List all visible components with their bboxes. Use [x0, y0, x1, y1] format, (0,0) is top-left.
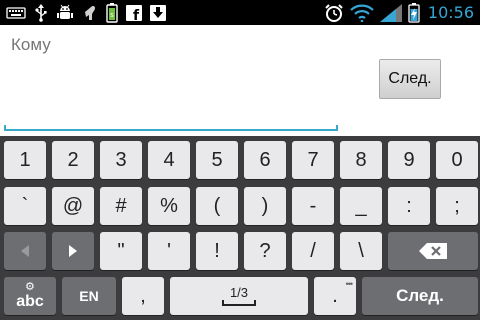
space-key[interactable]: 1/3 — [170, 277, 308, 315]
language-key[interactable]: EN — [62, 277, 116, 315]
key-hash[interactable]: # — [100, 187, 142, 225]
to-field-label: Кому — [11, 35, 51, 54]
key-exclamation[interactable]: ! — [196, 232, 238, 270]
status-left-icons: s f — [6, 2, 166, 23]
more-symbols-dots-icon: ••• — [345, 279, 354, 289]
battery-charging-icon — [408, 2, 420, 23]
gear-icon: ⚙ — [25, 281, 35, 293]
period-label: . — [332, 284, 338, 307]
backspace-key[interactable] — [388, 232, 478, 270]
key-percent[interactable]: % — [148, 187, 190, 225]
cursor-right-key[interactable] — [52, 232, 94, 270]
key-at[interactable]: @ — [52, 187, 94, 225]
alarm-icon — [325, 3, 343, 22]
page-indicator-text: 1/3 — [229, 285, 249, 300]
wifi-icon — [350, 4, 374, 22]
on-screen-keyboard: 1 2 3 4 5 6 7 8 9 0 ` @ # % ( ) - _ : ; … — [0, 136, 480, 320]
usb-icon — [35, 3, 47, 22]
keyboard-icon — [6, 6, 26, 19]
android-icon — [85, 5, 95, 20]
key-3[interactable]: 3 — [100, 141, 142, 179]
key-semicolon[interactable]: ; — [436, 187, 478, 225]
signal-icon — [379, 3, 402, 22]
key-backtick[interactable]: ` — [4, 187, 46, 225]
download-icon — [150, 4, 166, 21]
status-time: 10:56 — [427, 3, 474, 22]
status-bar: s f 10:56 — [0, 0, 480, 25]
key-period[interactable]: . ••• — [314, 277, 356, 315]
key-underscore[interactable]: _ — [340, 187, 382, 225]
key-open-paren[interactable]: ( — [196, 187, 238, 225]
cursor-left-key[interactable] — [4, 232, 46, 270]
compose-area: Кому След. — [0, 25, 480, 136]
to-input-field[interactable] — [4, 125, 338, 131]
abc-settings-key[interactable]: ⚙ abc — [4, 277, 56, 315]
facebook-icon: f — [126, 4, 142, 21]
space-bar-icon — [222, 300, 256, 306]
key-9[interactable]: 9 — [388, 141, 430, 179]
arrow-right-icon — [69, 245, 77, 257]
key-slash[interactable]: / — [292, 232, 334, 270]
key-7[interactable]: 7 — [292, 141, 334, 179]
key-0[interactable]: 0 — [436, 141, 478, 179]
abc-key-label: abc — [16, 293, 44, 310]
next-key[interactable]: След. — [362, 277, 478, 315]
key-4[interactable]: 4 — [148, 141, 190, 179]
key-1[interactable]: 1 — [4, 141, 46, 179]
arrow-left-icon — [21, 245, 29, 257]
key-question[interactable]: ? — [244, 232, 286, 270]
battery-saver-icon: s — [106, 2, 118, 23]
key-minus[interactable]: - — [292, 187, 334, 225]
android-debug-icon — [57, 4, 73, 19]
key-8[interactable]: 8 — [340, 141, 382, 179]
key-double-quote[interactable]: " — [100, 232, 142, 270]
key-colon[interactable]: : — [388, 187, 430, 225]
svg-text:f: f — [133, 8, 140, 21]
key-6[interactable]: 6 — [244, 141, 286, 179]
key-backslash[interactable]: \ — [340, 232, 382, 270]
key-apostrophe[interactable]: ' — [148, 232, 190, 270]
next-button[interactable]: След. — [379, 59, 441, 99]
key-2[interactable]: 2 — [52, 141, 94, 179]
key-close-paren[interactable]: ) — [244, 187, 286, 225]
backspace-icon — [419, 243, 447, 259]
key-comma[interactable]: , — [122, 277, 164, 315]
symbol-page-indicator: 1/3 — [222, 286, 256, 306]
key-5[interactable]: 5 — [196, 141, 238, 179]
svg-text:s: s — [110, 11, 114, 19]
status-right-icons: 10:56 — [324, 2, 474, 23]
